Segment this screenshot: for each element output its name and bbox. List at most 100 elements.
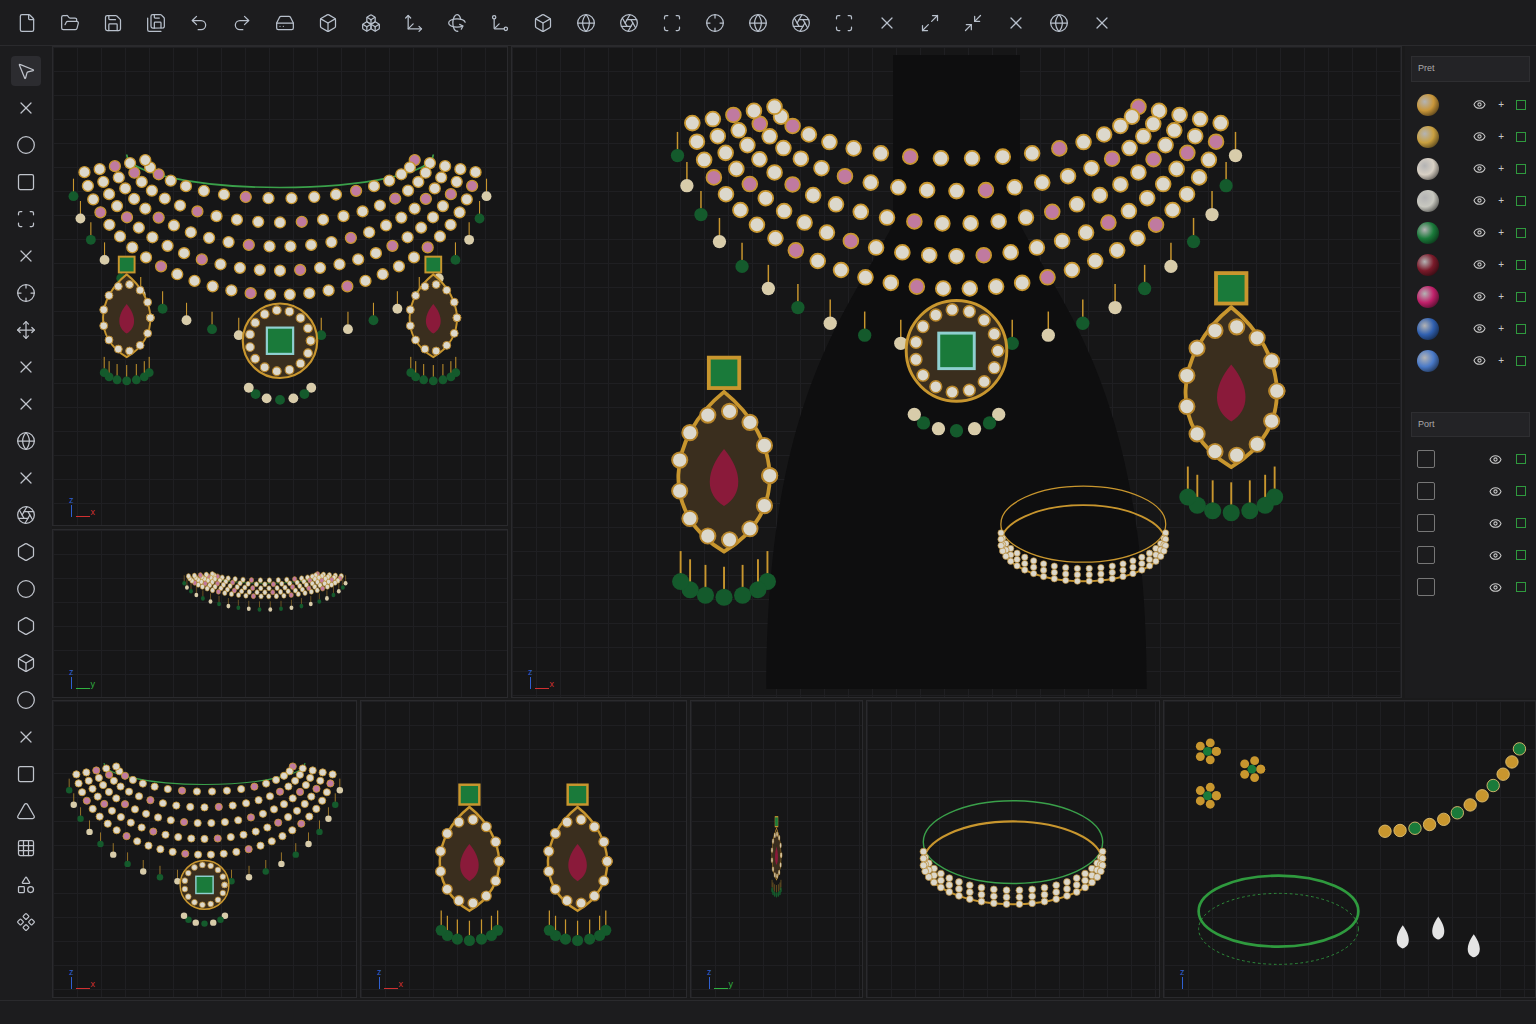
assign-icon[interactable] [1516, 228, 1526, 238]
material-row[interactable]: + [1417, 190, 1530, 212]
toolbar-button[interactable] [399, 8, 429, 38]
visibility-icon[interactable] [1473, 322, 1486, 335]
toolbar-button[interactable] [786, 8, 816, 38]
jewelry-model-icon[interactable] [875, 709, 1151, 989]
toolbar-button[interactable] [872, 8, 902, 38]
layer-lock-icon[interactable] [1516, 518, 1526, 528]
material-swatch[interactable] [1417, 286, 1439, 308]
assign-icon[interactable] [1516, 196, 1526, 206]
assign-icon[interactable] [1516, 132, 1526, 142]
jewelry-model-icon[interactable] [369, 709, 678, 989]
layer-lock-icon[interactable] [1516, 550, 1526, 560]
material-swatch[interactable] [1417, 190, 1439, 212]
material-row[interactable]: + [1417, 158, 1530, 180]
jewelry-model-icon[interactable] [61, 55, 499, 517]
layer-row[interactable] [1417, 481, 1530, 501]
toolbar-button[interactable] [98, 8, 128, 38]
toolbar-button[interactable] [614, 8, 644, 38]
layer-row[interactable] [1417, 577, 1530, 597]
add-button[interactable]: + [1498, 129, 1504, 144]
tool-button[interactable] [11, 870, 41, 900]
layer-row[interactable] [1417, 449, 1530, 469]
visibility-icon[interactable] [1473, 130, 1486, 143]
material-swatch[interactable] [1417, 126, 1439, 148]
material-row[interactable]: + [1417, 286, 1530, 308]
assign-icon[interactable] [1516, 324, 1526, 334]
tool-button[interactable] [11, 722, 41, 752]
toolbar-button[interactable] [227, 8, 257, 38]
visibility-icon[interactable] [1473, 162, 1486, 175]
toolbar-button[interactable] [571, 8, 601, 38]
toolbar-button[interactable] [958, 8, 988, 38]
assign-icon[interactable] [1516, 356, 1526, 366]
visibility-icon[interactable] [1489, 581, 1502, 594]
add-button[interactable]: + [1498, 257, 1504, 272]
viewport[interactable]: zx [52, 700, 357, 998]
jewelry-model-icon[interactable] [1172, 709, 1527, 989]
material-swatch[interactable] [1417, 318, 1439, 340]
visibility-icon[interactable] [1489, 453, 1502, 466]
toolbar-button[interactable] [12, 8, 42, 38]
material-row[interactable]: + [1417, 222, 1530, 244]
toolbar-button[interactable] [700, 8, 730, 38]
tool-button[interactable] [11, 611, 41, 641]
toolbar-button[interactable] [915, 8, 945, 38]
visibility-icon[interactable] [1473, 290, 1486, 303]
visibility-icon[interactable] [1473, 194, 1486, 207]
viewport[interactable] [866, 700, 1160, 998]
toolbar-button[interactable] [1001, 8, 1031, 38]
tool-button[interactable] [11, 167, 41, 197]
visibility-icon[interactable] [1489, 517, 1502, 530]
layer-row[interactable] [1417, 545, 1530, 565]
toolbar-button[interactable] [313, 8, 343, 38]
layer-lock-icon[interactable] [1516, 486, 1526, 496]
add-button[interactable]: + [1498, 97, 1504, 112]
material-swatch[interactable] [1417, 94, 1439, 116]
tool-button[interactable] [11, 389, 41, 419]
toolbar-button[interactable] [141, 8, 171, 38]
viewport[interactable]: zy [52, 529, 508, 698]
visibility-icon[interactable] [1473, 226, 1486, 239]
toolbar-button[interactable] [184, 8, 214, 38]
toolbar-button[interactable] [1044, 8, 1074, 38]
add-button[interactable]: + [1498, 353, 1504, 368]
tool-button[interactable] [11, 93, 41, 123]
visibility-icon[interactable] [1489, 485, 1502, 498]
assign-icon[interactable] [1516, 292, 1526, 302]
tool-button[interactable] [11, 352, 41, 382]
visibility-icon[interactable] [1473, 98, 1486, 111]
visibility-icon[interactable] [1489, 549, 1502, 562]
layer-lock-icon[interactable] [1516, 582, 1526, 592]
tool-button[interactable] [11, 56, 41, 86]
toolbar-button[interactable] [442, 8, 472, 38]
add-button[interactable]: + [1498, 161, 1504, 176]
assign-icon[interactable] [1516, 100, 1526, 110]
tool-button[interactable] [11, 315, 41, 345]
layer-lock-icon[interactable] [1516, 454, 1526, 464]
toolbar-button[interactable] [270, 8, 300, 38]
material-swatch[interactable] [1417, 350, 1439, 372]
material-row[interactable]: + [1417, 126, 1530, 148]
tool-button[interactable] [11, 833, 41, 863]
material-swatch[interactable] [1417, 158, 1439, 180]
tool-button[interactable] [11, 648, 41, 678]
material-row[interactable]: + [1417, 254, 1530, 276]
viewport[interactable]: zx [360, 700, 687, 998]
toolbar-button[interactable] [55, 8, 85, 38]
visibility-icon[interactable] [1473, 258, 1486, 271]
tool-button[interactable] [11, 130, 41, 160]
tool-button[interactable] [11, 204, 41, 234]
tool-button[interactable] [11, 278, 41, 308]
material-swatch[interactable] [1417, 222, 1439, 244]
assign-icon[interactable] [1516, 164, 1526, 174]
material-row[interactable]: + [1417, 318, 1530, 340]
tool-button[interactable] [11, 426, 41, 456]
jewelry-model-icon[interactable] [520, 55, 1393, 689]
toolbar-button[interactable] [743, 8, 773, 38]
add-button[interactable]: + [1498, 193, 1504, 208]
assign-icon[interactable] [1516, 260, 1526, 270]
jewelry-model-icon[interactable] [699, 709, 854, 989]
toolbar-button[interactable] [356, 8, 386, 38]
add-button[interactable]: + [1498, 289, 1504, 304]
material-row[interactable]: + [1417, 350, 1530, 372]
